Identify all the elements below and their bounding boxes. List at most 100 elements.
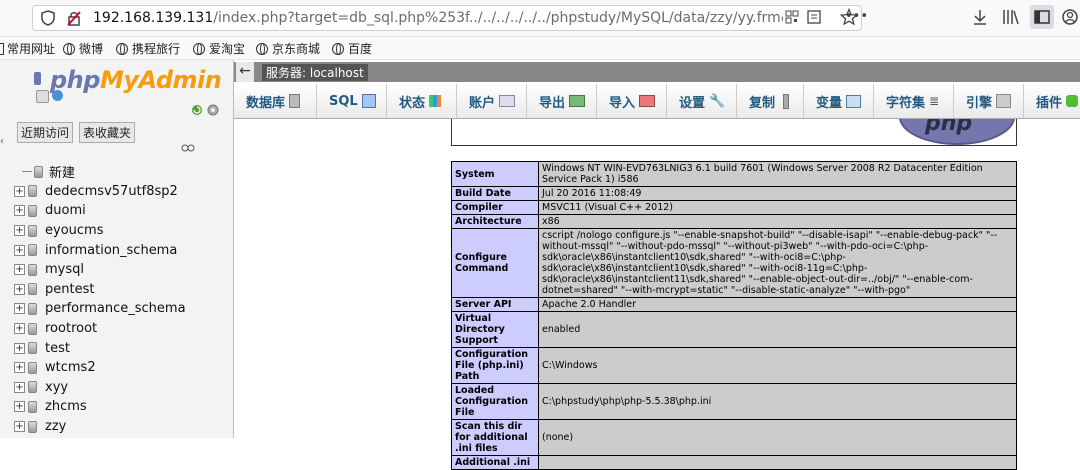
database-name[interactable]: duomi xyxy=(45,203,86,218)
database-name[interactable]: zhcms xyxy=(45,399,87,414)
menu-status[interactable]: 状态 xyxy=(387,84,457,118)
database-name[interactable]: eyoucms xyxy=(45,223,103,238)
bookmark-star-icon[interactable] xyxy=(840,8,858,26)
expand-plus-icon[interactable]: + xyxy=(14,205,25,217)
menu-variables[interactable]: 变量 xyxy=(804,84,874,118)
menu-replication[interactable]: 复制 xyxy=(737,84,804,118)
download-icon[interactable] xyxy=(972,9,988,25)
database-name[interactable]: pentest xyxy=(45,282,94,297)
database-item[interactable]: + information_schema xyxy=(14,240,186,260)
expand-plus-icon[interactable]: + xyxy=(14,244,25,256)
database-name[interactable]: xyy xyxy=(45,380,68,395)
info-value: MSVC11 (Visual C++ 2012) xyxy=(538,200,1017,215)
back-arrow-icon[interactable]: ← xyxy=(236,62,254,82)
menu-plugins[interactable]: 插件 xyxy=(1024,84,1080,118)
url-path: /index.php?target=db_sql.php%253f../../.… xyxy=(213,10,783,26)
database-name[interactable]: performance_schema xyxy=(45,301,186,316)
collapse-arrow-icon[interactable]: ‹ xyxy=(0,136,4,147)
database-item[interactable]: + zhcms xyxy=(14,397,186,417)
database-name[interactable]: test xyxy=(45,341,70,356)
home-icon[interactable] xyxy=(36,90,49,103)
expand-plus-icon[interactable]: + xyxy=(14,283,25,295)
expand-plus-icon[interactable]: + xyxy=(14,421,25,433)
expand-plus-icon[interactable]: + xyxy=(14,401,25,413)
expand-plus-icon[interactable]: + xyxy=(14,323,25,335)
database-item[interactable]: + xyy xyxy=(14,378,186,398)
help-icon[interactable] xyxy=(52,90,63,101)
php-logo: php xyxy=(899,119,1015,145)
logo-emblem-icon xyxy=(34,72,41,85)
phpmyadmin-logo[interactable]: phpMyAdmin xyxy=(50,66,222,94)
bookmark-item[interactable]: 携程旅行 xyxy=(116,40,180,57)
menu-label: SQL xyxy=(329,93,358,109)
database-name[interactable]: dedecmsv57utf8sp2 xyxy=(45,184,178,199)
menu-settings[interactable]: 设置 🔧 xyxy=(667,84,737,118)
bookmark-item[interactable]: 常用网址 xyxy=(0,40,55,57)
bookmark-item[interactable]: 京东商城 xyxy=(256,40,320,57)
database-name[interactable]: wtcms2 xyxy=(45,360,96,375)
info-value: Apache 2.0 Handler xyxy=(538,297,1017,312)
bookmark-item[interactable]: 百度 xyxy=(332,40,372,57)
database-name[interactable]: mysql xyxy=(45,262,84,277)
php-logo-text: php xyxy=(925,119,973,136)
insecure-lock-icon[interactable] xyxy=(66,10,82,26)
database-name[interactable]: zzy xyxy=(45,419,66,434)
menu-databases[interactable]: 数据库 xyxy=(234,84,317,118)
tab-favorites[interactable]: 表收藏夹 xyxy=(79,122,136,143)
menu-import[interactable]: 导入 xyxy=(597,84,667,118)
database-item[interactable]: + duomi xyxy=(14,201,186,221)
url-field[interactable]: 192.168.139.131/index.php?target=db_sql.… xyxy=(32,5,868,31)
database-item[interactable]: + pentest xyxy=(14,280,186,300)
menu-charset[interactable]: 字符集 ≣ xyxy=(874,84,954,118)
replication-icon xyxy=(783,93,790,109)
database-icon xyxy=(28,185,37,198)
database-item[interactable]: + eyoucms xyxy=(14,221,186,241)
reload-icon[interactable] xyxy=(191,104,203,116)
menu-label: 复制 xyxy=(749,95,776,111)
library-icon[interactable] xyxy=(1002,9,1020,25)
menu-accounts[interactable]: 账户 xyxy=(457,84,527,118)
expand-plus-icon[interactable]: + xyxy=(14,225,25,237)
database-item[interactable]: + mysql xyxy=(14,260,186,280)
new-database-item[interactable]: 新建 xyxy=(14,162,186,182)
server-label[interactable]: 服务器: localhost xyxy=(262,64,368,81)
qr-code-icon[interactable] xyxy=(785,10,799,24)
menu-sql[interactable]: SQL xyxy=(317,84,387,118)
database-name[interactable]: information_schema xyxy=(45,243,177,258)
database-item[interactable]: + performance_schema xyxy=(14,299,186,319)
database-item[interactable]: + rootroot xyxy=(14,319,186,339)
info-value: C:\phpstudy\php\php-5.5.38\php.ini xyxy=(538,383,1017,420)
phpinfo-banner: php xyxy=(451,119,1017,146)
database-list: + dedecmsv57utf8sp2 + duomi + eyoucms + informa… xyxy=(14,182,186,437)
expand-plus-icon[interactable]: + xyxy=(14,342,25,354)
expand-plus-icon[interactable]: + xyxy=(14,303,25,315)
settings-gear-icon[interactable] xyxy=(206,103,220,117)
database-item[interactable]: + test xyxy=(14,338,186,358)
menu-engines[interactable]: 引擎 xyxy=(954,84,1024,118)
tab-recent[interactable]: 近期访问 xyxy=(17,122,74,143)
database-item[interactable]: + wtcms2 xyxy=(14,358,186,378)
database-item[interactable]: + zzy xyxy=(14,417,186,437)
bookmark-item[interactable]: 微博 xyxy=(63,40,103,57)
expand-plus-icon[interactable]: + xyxy=(14,381,25,393)
database-name[interactable]: rootroot xyxy=(45,321,97,336)
url-text[interactable]: 192.168.139.131/index.php?target=db_sql.… xyxy=(93,10,783,26)
expand-plus-icon[interactable]: + xyxy=(14,362,25,374)
bookmark-item[interactable]: 爱淘宝 xyxy=(193,40,245,57)
link-chain-icon[interactable] xyxy=(181,144,195,152)
database-icon xyxy=(28,263,37,276)
globe-icon xyxy=(332,42,344,55)
account-icon[interactable] xyxy=(1062,9,1078,25)
database-item[interactable]: + dedecmsv57utf8sp2 xyxy=(14,182,186,202)
database-icon xyxy=(28,361,37,374)
expand-plus-icon[interactable]: + xyxy=(14,185,25,197)
info-key: Additional .ini xyxy=(451,455,539,470)
menu-label: 导出 xyxy=(539,95,566,111)
sidebar-toggle-icon[interactable] xyxy=(1030,5,1054,29)
reader-view-icon[interactable] xyxy=(807,10,821,24)
menu-label: 导入 xyxy=(609,95,636,111)
shield-icon[interactable] xyxy=(41,10,55,26)
expand-plus-icon[interactable]: + xyxy=(14,264,25,276)
menu-export[interactable]: 导出 xyxy=(527,84,597,118)
bookmark-label: 京东商城 xyxy=(272,42,321,56)
